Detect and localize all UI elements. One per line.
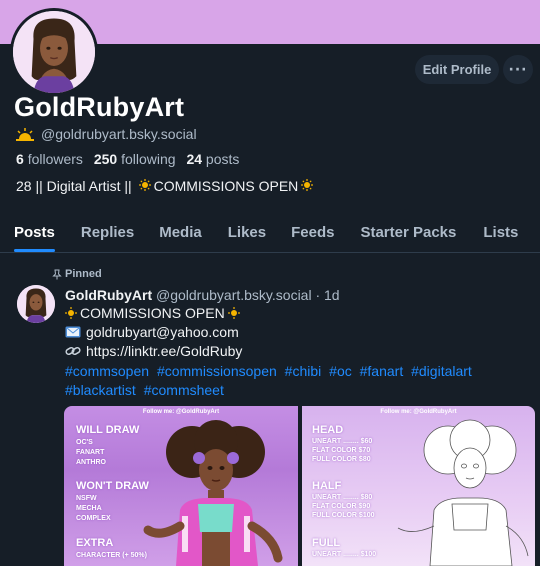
pinned-indicator: Pinned [52,268,102,280]
sun-emoji-icon [138,179,151,191]
head-price: FULL COLOR $80 [312,456,371,463]
profile-bio: 28 || Digital Artist || COMMISSIONS OPEN [16,178,316,194]
posts-count: 24 [186,151,203,167]
wont-draw-heading: WON'T DRAW [76,480,149,492]
tab-media[interactable]: Media [159,214,202,252]
post-author-handle[interactable]: @goldrubyart.bsky.social [156,287,312,303]
full-price: UNEART ........ $100 [312,551,377,558]
tabs-divider [0,252,540,253]
hashtag[interactable]: #blackartist [65,382,136,398]
will-draw-item: ANTHRO [76,459,106,466]
profile-handle: @goldrubyart.bsky.social [41,126,197,142]
tab-likes[interactable]: Likes [228,214,266,252]
handle-row: @goldrubyart.bsky.social [16,126,197,142]
hashtag[interactable]: #commsheet [144,382,224,398]
wont-draw-item: NSFW [76,495,97,502]
edit-profile-button[interactable]: Edit Profile [415,55,499,84]
hashtag[interactable]: #chibi [285,363,322,379]
post-timestamp[interactable]: · 1d [315,287,339,303]
sunrise-emoji-icon [16,128,34,141]
sun-emoji-icon [65,307,77,319]
post-line-commissions: COMMISSIONS OPEN [65,305,243,321]
extra-item: CHARACTER (+ 50%) [76,552,147,559]
sun-emoji-icon [227,307,240,319]
tab-starter-packs[interactable]: Starter Packs [360,214,456,252]
profile-tabs: Posts Replies Media Likes Feeds Starter … [0,214,540,252]
will-draw-item: FANART [76,449,105,456]
half-heading: HALF [312,480,342,492]
more-options-button[interactable]: ··· [503,55,533,84]
head-heading: HEAD [312,424,344,436]
display-name: GoldRubyArt [14,92,185,122]
post-text-commissions: COMMISSIONS OPEN [80,305,225,321]
avatar-illustration [13,11,95,93]
wont-draw-item: MECHA [76,505,102,512]
post-line-link: https://linktr.ee/GoldRuby [65,343,242,359]
wont-draw-item: COMPLEX [76,515,111,522]
post-hashtags: #commsopen #commissionsopen #chibi #oc #… [65,362,525,400]
link-icon [65,347,81,355]
half-price: FLAT COLOR $90 [312,503,371,510]
head-price: FLAT COLOR $70 [312,447,371,454]
hashtag[interactable]: #commsopen [65,363,149,379]
envelope-icon [65,326,81,338]
bio-prefix: 28 || Digital Artist || [16,178,136,194]
post-author-name[interactable]: GoldRubyArt [65,287,152,303]
bio-text: COMMISSIONS OPEN [153,178,299,194]
post-link[interactable]: https://linktr.ee/GoldRuby [86,343,242,359]
will-draw-heading: WILL DRAW [76,424,140,436]
post-header: GoldRubyArt @goldrubyart.bsky.social · 1… [65,287,340,303]
hashtag[interactable]: #commissionsopen [157,363,277,379]
half-price: UNEART ........ $80 [312,494,373,501]
following-count[interactable]: 250 [94,151,117,167]
tab-lists[interactable]: Lists [483,214,518,252]
post-image-commission-sheet-color[interactable]: Follow me: @GoldRubyArt WILL DRAW OC'S F… [64,406,298,566]
post-line-email: goldrubyart@yahoo.com [65,324,239,340]
extra-heading: EXTRA [76,537,114,549]
tab-replies[interactable]: Replies [81,214,134,252]
sun-emoji-icon [301,179,314,191]
post-image-price-sheet[interactable]: Follow me: @GoldRubyArt HEAD UNEART ....… [302,406,535,566]
followers-count[interactable]: 6 [16,151,24,167]
pin-icon [52,269,62,279]
post-email: goldrubyart@yahoo.com [86,324,239,340]
profile-stats: 6 followers 250 following 24 posts [16,151,239,167]
following-label[interactable]: following [121,151,175,167]
hashtag[interactable]: #oc [329,363,352,379]
head-price: UNEART ........ $60 [312,438,373,445]
will-draw-item: OC'S [76,439,93,446]
hashtag[interactable]: #digitalart [411,363,472,379]
post-author-avatar[interactable] [17,285,55,323]
tab-posts[interactable]: Posts [14,214,55,252]
full-heading: FULL [312,537,341,549]
posts-label: posts [205,151,240,167]
avatar-illustration [17,285,55,323]
tab-feeds[interactable]: Feeds [291,214,334,252]
profile-avatar[interactable] [10,8,98,96]
pinned-label: Pinned [65,268,102,280]
followers-label[interactable]: followers [28,151,83,167]
half-price: FULL COLOR $100 [312,512,375,519]
hashtag[interactable]: #fanart [360,363,404,379]
